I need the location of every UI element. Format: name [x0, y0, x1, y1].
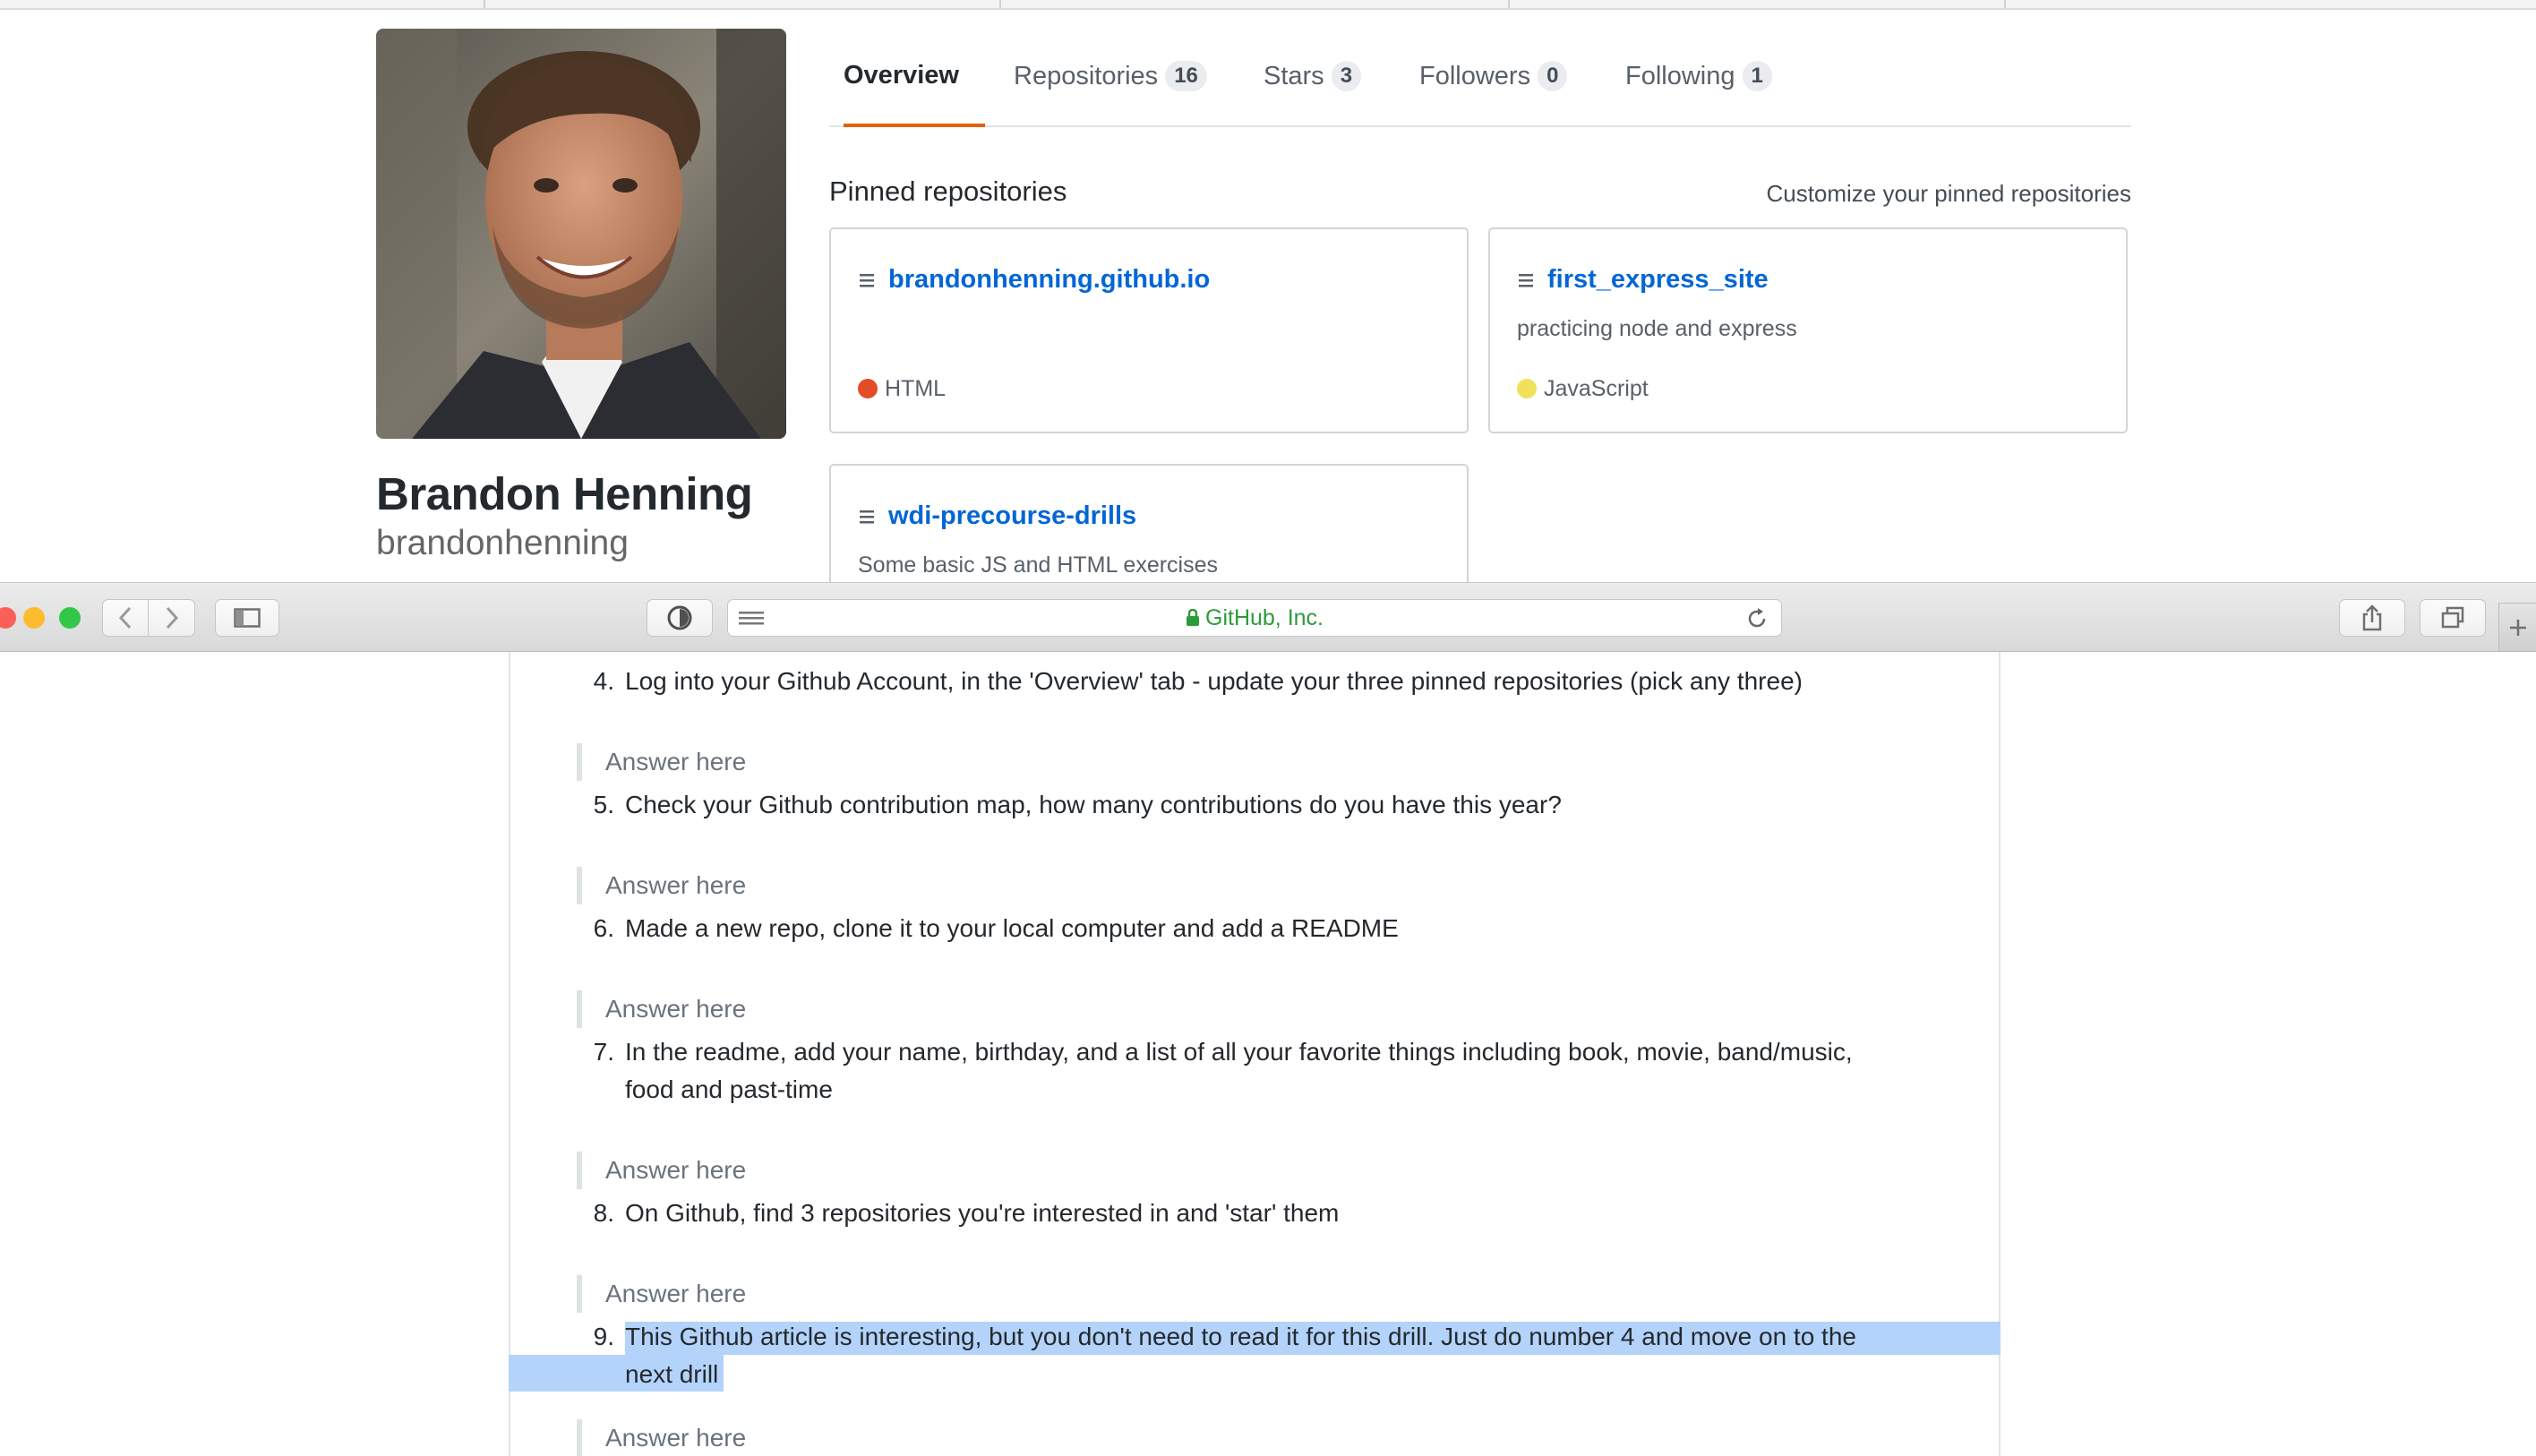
- repo-link[interactable]: first_express_site: [1547, 265, 1769, 294]
- repo-description: Some basic JS and HTML exercises: [858, 552, 1219, 578]
- tab-followers[interactable]: Followers 0: [1419, 61, 1568, 125]
- list-item-text: Check your Github contribution map, how …: [625, 791, 1562, 818]
- pinned-repo-card: brandonhenning.github.io HTML: [829, 227, 1469, 433]
- address-text-row: GitHub, Inc.: [728, 605, 1781, 631]
- new-tab-button[interactable]: [2498, 603, 2536, 651]
- site-identity-label: GitHub, Inc.: [1205, 605, 1324, 630]
- close-window-button[interactable]: [0, 607, 16, 629]
- answer-blockquote: Answer here: [577, 1419, 746, 1456]
- back-button[interactable]: [102, 599, 149, 637]
- following-count-badge: 1: [1742, 61, 1772, 91]
- reload-icon[interactable]: [1745, 607, 1769, 630]
- tab-divider: [484, 0, 485, 8]
- sidebar-toggle-button[interactable]: [215, 599, 279, 637]
- avatar-photo: [376, 29, 786, 439]
- tab-divider: [1508, 0, 1510, 8]
- tabs-icon: [2441, 606, 2464, 629]
- customize-pinned-link[interactable]: Customize your pinned repositories: [1766, 180, 2131, 208]
- tab-label: Overview: [844, 61, 959, 90]
- tab-label: Following: [1625, 62, 1735, 90]
- tab-following[interactable]: Following 1: [1625, 61, 1772, 125]
- list-item-text: Log into your Github Account, in the 'Ov…: [625, 667, 1803, 695]
- answer-blockquote: Answer here: [577, 990, 746, 1028]
- repo-icon: [860, 510, 874, 523]
- share-icon: [2362, 604, 2382, 631]
- repo-icon: [860, 273, 874, 287]
- list-item-number: 8.: [593, 1199, 614, 1227]
- tab-stars[interactable]: Stars 3: [1264, 61, 1362, 125]
- tab-overview-button[interactable]: [2420, 599, 2486, 637]
- list-item-number: 6.: [593, 914, 614, 942]
- profile-fullname: Brandon Henning: [376, 468, 753, 519]
- share-button[interactable]: [2339, 599, 2405, 637]
- browser-tab-strip: [0, 0, 2536, 10]
- repo-link[interactable]: wdi-precourse-drills: [888, 501, 1136, 530]
- language-label: HTML: [885, 376, 947, 401]
- list-item-number: 7.: [593, 1038, 614, 1066]
- pinned-repo-card: wdi-precourse-drills Some basic JS and H…: [829, 464, 1469, 582]
- list-item-number: 5.: [593, 791, 614, 818]
- zoom-window-button[interactable]: [59, 607, 81, 629]
- repo-link[interactable]: brandonhenning.github.io: [888, 265, 1210, 294]
- repo-title-row: wdi-precourse-drills: [858, 501, 1136, 531]
- profile-avatar[interactable]: [376, 29, 786, 439]
- list-item-text-continued: food and past-time: [625, 1075, 833, 1103]
- repo-language: JavaScript: [1517, 376, 1649, 402]
- list-item-text: In the readme, add your name, birthday, …: [625, 1038, 1853, 1066]
- privacy-extension-button[interactable]: [647, 599, 713, 637]
- lock-icon: [1187, 608, 1199, 626]
- forward-button[interactable]: [149, 599, 195, 637]
- followers-count-badge: 0: [1538, 61, 1568, 91]
- profile-tabs: Overview Repositories 16 Stars 3 Followers…: [829, 54, 2131, 127]
- tab-label: Repositories: [1014, 62, 1159, 90]
- list-item-text: On Github, find 3 repositories you're in…: [625, 1199, 1340, 1227]
- language-label: JavaScript: [1544, 376, 1649, 401]
- language-color-dot: [1517, 379, 1537, 398]
- repo-description: practicing node and express: [1517, 316, 1797, 341]
- browser-toolbar: GitHub, Inc.: [0, 582, 2536, 653]
- answer-blockquote: Answer here: [577, 867, 746, 904]
- repositories-count-badge: 16: [1165, 61, 1207, 91]
- readme-document-window: 4. Log into your Github Account, in the …: [0, 652, 2536, 1456]
- answer-blockquote: Answer here: [577, 1275, 746, 1313]
- address-bar[interactable]: GitHub, Inc.: [727, 599, 1782, 637]
- tab-overview[interactable]: Overview: [844, 61, 985, 127]
- profile-username: brandonhenning: [376, 524, 629, 562]
- tab-repositories[interactable]: Repositories 16: [1014, 61, 1207, 125]
- shield-icon: [667, 605, 692, 630]
- list-item-text-selected-continued[interactable]: next drill: [625, 1356, 718, 1393]
- list-item-number: 9.: [593, 1323, 614, 1350]
- tab-divider: [999, 0, 1001, 8]
- tab-label: Followers: [1419, 62, 1531, 90]
- sidebar-icon: [234, 608, 261, 628]
- plus-icon: [2509, 619, 2526, 636]
- answer-blockquote: Answer here: [577, 1152, 746, 1189]
- repo-icon: [1519, 273, 1533, 287]
- language-color-dot: [858, 379, 878, 398]
- pinned-repo-card: first_express_site practicing node and e…: [1488, 227, 2128, 433]
- github-profile-window: Brandon Henning brandonhenning Overview …: [0, 0, 2536, 582]
- tab-divider: [2004, 0, 2006, 8]
- chevron-left-icon: [118, 606, 132, 630]
- list-item-text-selected[interactable]: This Github article is interesting, but …: [625, 1318, 1856, 1356]
- repo-title-row: first_express_site: [1517, 265, 1769, 295]
- list-item-number: 4.: [593, 667, 614, 695]
- answer-blockquote: Answer here: [577, 743, 746, 781]
- repo-title-row: brandonhenning.github.io: [858, 265, 1210, 295]
- repo-language: HTML: [858, 376, 946, 402]
- list-item-text: Made a new repo, clone it to your local …: [625, 914, 1399, 942]
- pinned-repositories-heading: Pinned repositories: [829, 176, 1067, 207]
- chevron-right-icon: [166, 606, 178, 630]
- tab-label: Stars: [1264, 62, 1324, 90]
- stars-count-badge: 3: [1331, 61, 1362, 91]
- minimize-window-button[interactable]: [23, 607, 45, 629]
